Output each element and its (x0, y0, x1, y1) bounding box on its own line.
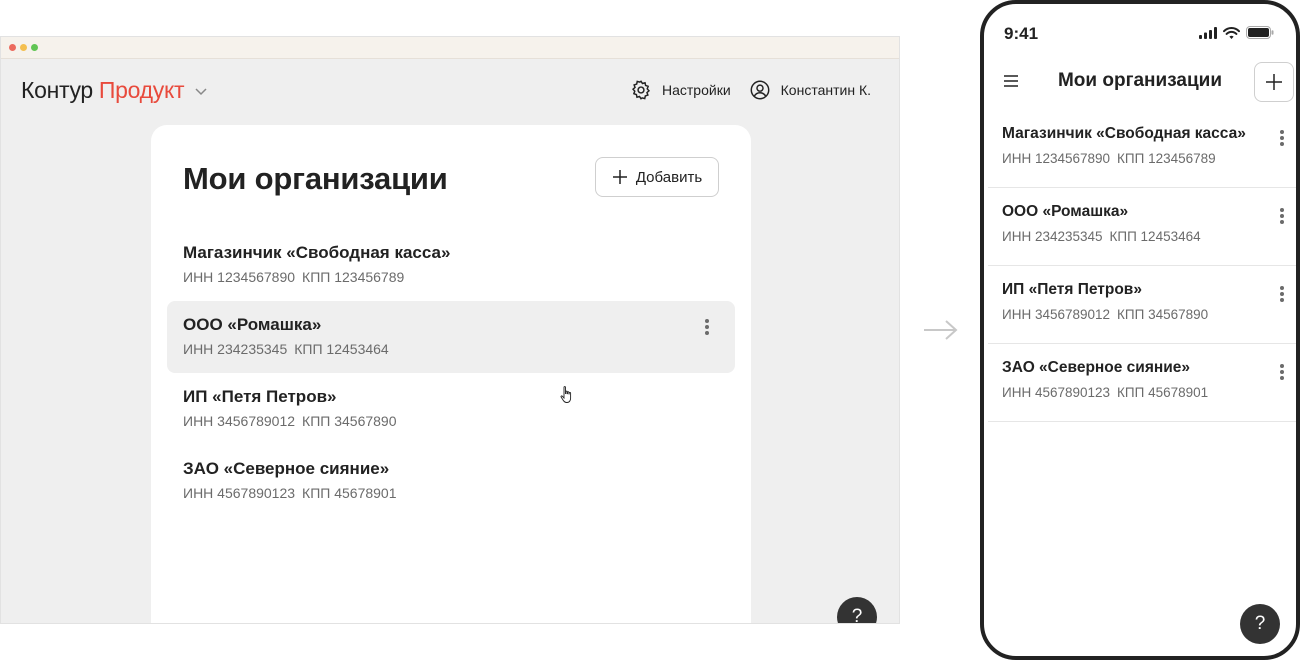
organization-inn: ИНН 4567890123 (1002, 385, 1111, 400)
organization-details: ИНН 1234567890 КПП 123456789 (183, 265, 719, 289)
organization-kpp: КПП 12453464 (294, 341, 389, 357)
user-menu[interactable]: Константин К. (749, 79, 871, 101)
minimize-window-icon[interactable] (20, 44, 27, 51)
organization-item[interactable]: ЗАО «Северное сияние» ИНН 4567890123 КПП… (167, 445, 735, 517)
organization-details: ИНН 4567890123 КПП 45678901 (1002, 380, 1282, 406)
organization-inn: ИНН 4567890123 (183, 485, 296, 501)
organization-name: Магазинчик «Свободная касса» (183, 243, 451, 262)
organization-item[interactable]: ООО «Ромашка» ИНН 234235345 КПП 12453464 (988, 188, 1296, 266)
organization-inn: ИНН 1234567890 (183, 269, 296, 285)
chevron-down-icon (195, 87, 207, 95)
close-window-icon[interactable] (9, 44, 16, 51)
mobile-help-button[interactable]: ? (1240, 604, 1280, 644)
plus-icon (612, 170, 627, 184)
organization-kpp: КПП 34567890 (302, 413, 397, 429)
organizations-card: Мои организации Добавить Магазинчик «Сво… (151, 125, 751, 623)
organization-item[interactable]: Магазинчик «Свободная касса» ИНН 1234567… (167, 229, 735, 301)
kebab-icon[interactable] (1278, 206, 1286, 226)
settings-link[interactable]: Настройки (630, 79, 731, 101)
stage: Контур Продукт Настройки Константин К. М… (0, 0, 1300, 660)
window-titlebar (1, 37, 899, 59)
organization-details: ИНН 3456789012 КПП 34567890 (1002, 302, 1282, 328)
top-navigation: Контур Продукт Настройки Константин К. (1, 59, 899, 125)
organization-kpp: КПП 45678901 (1117, 385, 1209, 400)
organization-item[interactable]: ИП «Петя Петров» ИНН 3456789012 КПП 3456… (167, 373, 735, 445)
organization-name: ЗАО «Северное сияние» (1002, 359, 1190, 376)
organization-details: ИНН 234235345 КПП 12453464 (1002, 224, 1282, 250)
brand-name: Контур (21, 77, 93, 103)
organization-details: ИНН 234235345 КПП 12453464 (183, 337, 719, 361)
nav-actions: Настройки Константин К. (630, 79, 871, 101)
organization-kpp: КПП 45678901 (302, 485, 397, 501)
organization-kpp: КПП 12453464 (1109, 229, 1201, 244)
organization-list: Магазинчик «Свободная касса» ИНН 1234567… (167, 229, 735, 517)
mobile-add-button[interactable] (1254, 62, 1294, 102)
organization-details: ИНН 3456789012 КПП 34567890 (183, 409, 719, 433)
organization-kpp: КПП 123456789 (302, 269, 405, 285)
status-icons (1199, 26, 1274, 39)
kebab-icon[interactable] (703, 317, 711, 337)
kebab-icon[interactable] (1278, 128, 1286, 148)
status-bar: 9:41 (984, 4, 1296, 60)
plus-icon (1266, 74, 1282, 90)
add-organization-button[interactable]: Добавить (595, 157, 719, 197)
mobile-page-title: Мои организации (1057, 70, 1223, 91)
organization-item[interactable]: ИП «Петя Петров» ИНН 3456789012 КПП 3456… (988, 266, 1296, 344)
status-time: 9:41 (1004, 24, 1039, 43)
organization-details: ИНН 4567890123 КПП 45678901 (183, 481, 719, 505)
page-title: Мои организации (183, 161, 448, 196)
hand-cursor-icon (560, 386, 572, 403)
organization-inn: ИНН 234235345 (183, 341, 288, 357)
maximize-window-icon[interactable] (31, 44, 38, 51)
organization-name: ООО «Ромашка» (183, 315, 322, 334)
add-button-label: Добавить (635, 168, 703, 186)
arrow-right-icon (924, 320, 958, 340)
kebab-icon[interactable] (1278, 362, 1286, 382)
gear-icon (631, 80, 651, 100)
organization-name: Магазинчик «Свободная касса» (1002, 125, 1246, 142)
battery-icon (1246, 26, 1274, 39)
organization-kpp: КПП 123456789 (1117, 151, 1216, 166)
product-switcher[interactable]: Контур Продукт (21, 77, 208, 104)
help-button[interactable]: ? (837, 597, 877, 623)
wifi-icon (1223, 26, 1240, 39)
organization-kpp: КПП 34567890 (1117, 307, 1209, 322)
organization-item[interactable]: ЗАО «Северное сияние» ИНН 4567890123 КПП… (988, 344, 1296, 422)
organization-inn: ИНН 1234567890 (1002, 151, 1111, 166)
organization-inn: ИНН 3456789012 (183, 413, 296, 429)
product-name: Продукт (98, 77, 185, 103)
organization-inn: ИНН 234235345 (1002, 229, 1103, 244)
signal-icon (1199, 26, 1217, 39)
mobile-header: Мои организации (984, 60, 1296, 104)
user-icon (750, 80, 770, 100)
organization-name: ИП «Петя Петров» (183, 387, 337, 406)
organization-item[interactable]: Магазинчик «Свободная касса» ИНН 1234567… (988, 110, 1296, 188)
organization-inn: ИНН 3456789012 (1002, 307, 1111, 322)
kebab-icon[interactable] (1278, 284, 1286, 304)
organization-details: ИНН 1234567890 КПП 123456789 (1002, 146, 1282, 172)
desktop-window: Контур Продукт Настройки Константин К. М… (0, 36, 900, 624)
settings-label: Настройки (662, 82, 731, 98)
mobile-organization-list: Магазинчик «Свободная касса» ИНН 1234567… (988, 110, 1296, 422)
mobile-frame: 9:41 Мои организации Магазинчик «Свободн… (980, 0, 1300, 660)
organization-name: ИП «Петя Петров» (1002, 281, 1142, 298)
organization-name: ЗАО «Северное сияние» (183, 459, 390, 478)
user-name: Константин К. (780, 82, 871, 98)
organization-item[interactable]: ООО «Ромашка» ИНН 234235345 КПП 12453464 (167, 301, 735, 373)
organization-name: ООО «Ромашка» (1002, 203, 1129, 220)
